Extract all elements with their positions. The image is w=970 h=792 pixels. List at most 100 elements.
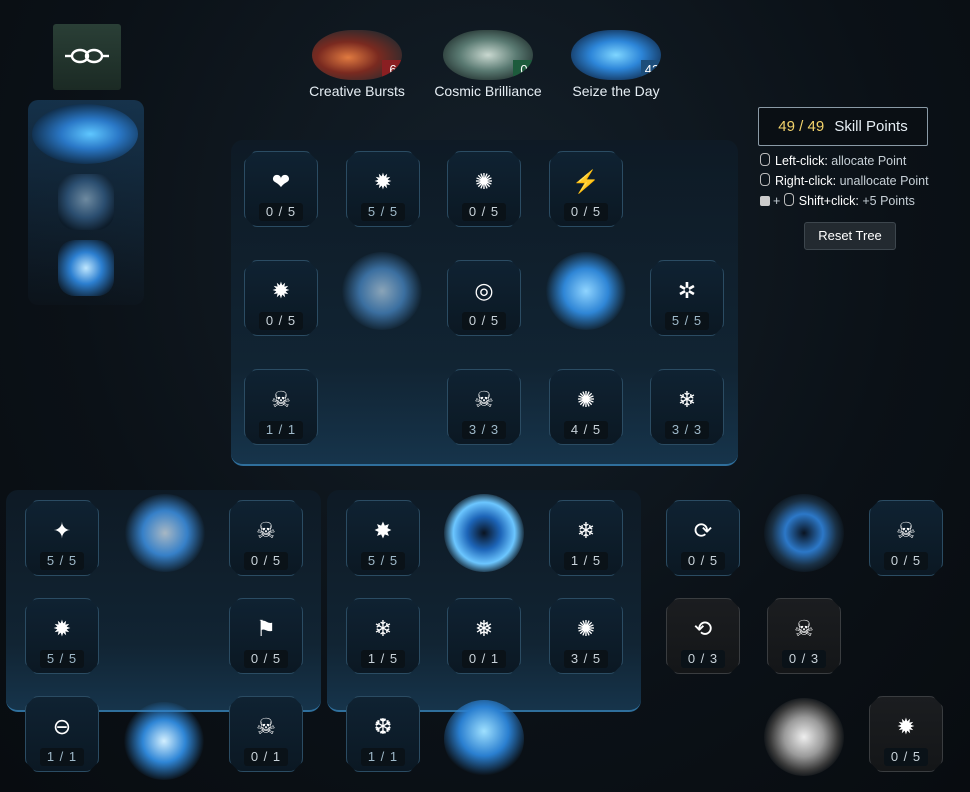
skill-points-value: 49 / 49 (778, 118, 825, 135)
crown-burst-icon: ✹ (373, 169, 393, 194)
key-icon (760, 196, 770, 206)
skull-icon: ☠ (794, 616, 814, 641)
skill-node[interactable]: ⊖ 1 / 1 (25, 696, 99, 772)
skill-node[interactable]: ⚑ 0 / 5 (229, 598, 303, 674)
sun-burst-icon: ✺ (576, 387, 596, 412)
skull-icon: ☠ (256, 714, 276, 739)
node-rank: 0 / 5 (259, 312, 303, 330)
skill-node[interactable]: ✺ 0 / 5 (447, 151, 521, 227)
skill-node[interactable]: ❄ 1 / 5 (346, 598, 420, 674)
skill-node[interactable]: ❄ 1 / 5 (549, 500, 623, 576)
ability-node-art[interactable] (764, 494, 844, 572)
skill-node[interactable]: ✺ 4 / 5 (549, 369, 623, 445)
node-rank: 0 / 3 (782, 650, 826, 668)
skill-points-box: 49 / 49 Skill Points (758, 107, 928, 146)
sun-burst-icon: ✺ (474, 169, 494, 194)
reset-tree-button[interactable]: Reset Tree (804, 222, 896, 250)
skill-node[interactable]: ☠ 0 / 5 (869, 500, 943, 576)
tree-emblem[interactable] (53, 24, 121, 90)
crown-burst-icon: ✹ (896, 714, 916, 739)
help-text: unallocate Point (839, 174, 929, 188)
skill-node[interactable]: ☠ 1 / 1 (244, 369, 318, 445)
skill-node[interactable]: ☠ 0 / 3 (767, 598, 841, 674)
skull-icon: ☠ (896, 518, 916, 543)
node-rank: 0 / 5 (259, 203, 303, 221)
ability-node-art[interactable] (444, 494, 524, 572)
node-rank: 5 / 5 (665, 312, 709, 330)
snowflake-icon: ❆ (373, 714, 393, 739)
mouse-icon (783, 193, 794, 206)
ability-node-art[interactable] (764, 698, 844, 776)
tab-seize-the-day[interactable]: 43 Seize the Day (556, 30, 676, 99)
node-rank: 1 / 1 (259, 421, 303, 439)
spec-hex-art[interactable] (58, 174, 114, 230)
node-rank: 1 / 5 (564, 552, 608, 570)
spec-hero-art[interactable] (32, 104, 138, 164)
boot-icon: ⚑ (256, 616, 276, 641)
ability-node-art[interactable] (444, 700, 524, 778)
tab-label: Seize the Day (572, 83, 660, 99)
snowflake-icon: ❄ (373, 616, 393, 641)
specialization-column (28, 100, 144, 305)
skill-node[interactable]: ❄ 3 / 3 (650, 369, 724, 445)
skull-icon: ☠ (271, 387, 291, 412)
node-rank: 0 / 1 (244, 748, 288, 766)
skill-node[interactable]: ✹ 5 / 5 (346, 151, 420, 227)
ability-art (764, 698, 844, 776)
ability-node-art[interactable] (546, 252, 626, 330)
node-rank: 4 / 5 (564, 421, 608, 439)
skill-node[interactable]: ✸ 5 / 5 (346, 500, 420, 576)
skill-node[interactable]: ⟲ 0 / 3 (666, 598, 740, 674)
node-rank: 3 / 3 (665, 421, 709, 439)
skill-node[interactable]: ◎ 0 / 5 (447, 260, 521, 336)
snowflake-icon: ❅ (474, 616, 494, 641)
skill-node[interactable]: ✲ 5 / 5 (650, 260, 724, 336)
node-rank: 1 / 5 (361, 650, 405, 668)
tab-creative-bursts[interactable]: 6 Creative Bursts (297, 30, 417, 99)
crosshair-icon: ◎ (474, 278, 494, 303)
skill-node[interactable]: ☠ 0 / 5 (229, 500, 303, 576)
node-rank: 5 / 5 (40, 650, 84, 668)
skill-node[interactable]: ✺ 3 / 5 (549, 598, 623, 674)
help-text: +5 Points (862, 194, 915, 208)
skill-points-label: Skill Points (834, 118, 908, 135)
tab-art: 0 (443, 30, 533, 80)
spec-orb-art[interactable] (58, 240, 114, 296)
vortex-icon: ⟳ (693, 518, 713, 543)
skill-node[interactable]: ⟳ 0 / 5 (666, 500, 740, 576)
tab-cosmic-brilliance[interactable]: 0 Cosmic Brilliance (428, 30, 548, 99)
node-rank: 0 / 5 (244, 650, 288, 668)
skill-node[interactable]: ☠ 0 / 1 (229, 696, 303, 772)
crown-burst-icon: ✹ (271, 278, 291, 303)
skill-node[interactable]: ❤ 0 / 5 (244, 151, 318, 227)
node-rank: 1 / 1 (40, 748, 84, 766)
skill-node[interactable]: ☠ 3 / 3 (447, 369, 521, 445)
ability-art (342, 252, 422, 330)
tab-art: 6 (312, 30, 402, 80)
skill-node[interactable]: ✦ 5 / 5 (25, 500, 99, 576)
vortex-icon: ✲ (677, 278, 697, 303)
help-text: allocate Point (831, 154, 907, 168)
ability-node-art[interactable] (124, 702, 204, 780)
ability-node-art[interactable] (342, 252, 422, 330)
node-rank: 0 / 5 (244, 552, 288, 570)
help-shift-click: + Shift+click: +5 Points (760, 193, 915, 208)
skill-node[interactable]: ⚡ 0 / 5 (549, 151, 623, 227)
node-rank: 0 / 5 (884, 552, 928, 570)
tab-art: 43 (571, 30, 661, 80)
skill-node[interactable]: ❅ 0 / 1 (447, 598, 521, 674)
skill-node[interactable]: ❆ 1 / 1 (346, 696, 420, 772)
skill-node[interactable]: ✹ 5 / 5 (25, 598, 99, 674)
ability-node-art[interactable] (125, 494, 205, 572)
heart-icon: ❤ (271, 169, 291, 194)
help-key: Shift+click: (798, 194, 859, 208)
node-rank: 0 / 5 (564, 203, 608, 221)
snowflake-icon: ❄ (576, 518, 596, 543)
vortex-icon: ⟲ (693, 616, 713, 641)
help-right-click: Right-click: unallocate Point (760, 173, 929, 188)
node-rank: 3 / 3 (462, 421, 506, 439)
mouse-icon (760, 153, 770, 166)
node-rank: 0 / 5 (462, 312, 506, 330)
skill-node[interactable]: ✹ 0 / 5 (244, 260, 318, 336)
skill-node[interactable]: ✹ 0 / 5 (869, 696, 943, 772)
